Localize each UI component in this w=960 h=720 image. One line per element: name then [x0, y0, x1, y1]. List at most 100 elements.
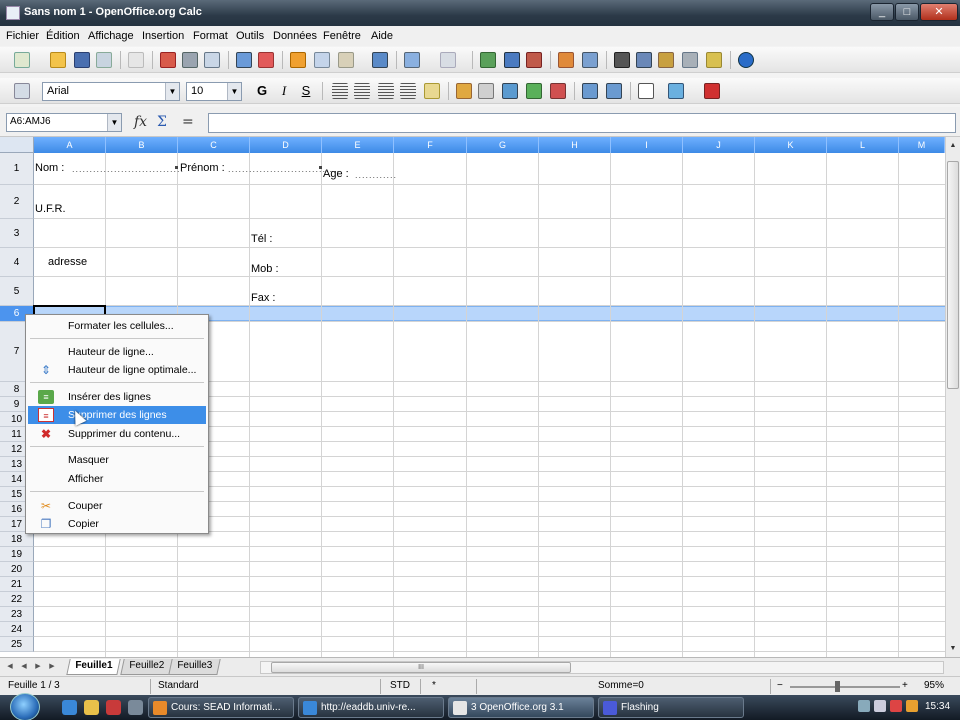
row-header[interactable]: 1	[0, 153, 34, 185]
sort-descending-icon[interactable]	[526, 52, 542, 68]
borders-icon[interactable]	[638, 83, 654, 99]
zoom-out-button[interactable]: −	[777, 680, 783, 691]
underline-button[interactable]: S	[298, 83, 314, 99]
standard-format-icon[interactable]	[502, 83, 518, 99]
spellcheck-icon[interactable]	[236, 52, 252, 68]
copy-icon[interactable]	[314, 52, 330, 68]
delete-decimal-icon[interactable]	[550, 83, 566, 99]
menu-cut[interactable]: ✂ Couper	[28, 497, 206, 515]
zoom-icon[interactable]	[706, 52, 722, 68]
print-icon[interactable]	[182, 52, 198, 68]
formula-input[interactable]	[208, 113, 956, 133]
row-header[interactable]: 4	[0, 248, 34, 277]
chevron-down-icon[interactable]: ▼	[107, 114, 121, 131]
function-wizard-button[interactable]: fx	[134, 114, 147, 130]
clock[interactable]: 15:34	[925, 701, 950, 712]
row-header[interactable]: 5	[0, 277, 34, 306]
paste-icon[interactable]	[338, 52, 354, 68]
align-left-icon[interactable]	[332, 83, 348, 99]
hyperlink-icon[interactable]	[480, 52, 496, 68]
status-page-style[interactable]: Standard	[158, 680, 199, 691]
row-header[interactable]: 18	[0, 532, 34, 547]
autospellcheck-icon[interactable]	[258, 52, 274, 68]
redo-icon[interactable]	[440, 52, 456, 68]
column-header-g[interactable]: G	[467, 137, 539, 153]
next-sheet-icon[interactable]: ▶	[32, 661, 44, 673]
add-decimal-icon[interactable]	[526, 83, 542, 99]
font-color-icon[interactable]	[704, 83, 720, 99]
column-header-k[interactable]: K	[755, 137, 827, 153]
row-header[interactable]: 25	[0, 637, 34, 652]
percent-format-icon[interactable]	[478, 83, 494, 99]
column-header-d[interactable]: D	[250, 137, 322, 153]
menu-edition[interactable]: Édition	[46, 30, 80, 42]
data-sources-icon[interactable]	[682, 52, 698, 68]
bold-button[interactable]: G	[254, 83, 270, 99]
task-browser[interactable]: http://eaddb.univ-re...	[298, 697, 444, 718]
menu-donnees[interactable]: Données	[273, 30, 317, 42]
menu-show[interactable]: Afficher	[28, 470, 206, 488]
column-header-f[interactable]: F	[394, 137, 467, 153]
column-header-i[interactable]: I	[611, 137, 683, 153]
email-icon[interactable]	[96, 52, 112, 68]
navigator-icon[interactable]	[636, 52, 652, 68]
export-pdf-icon[interactable]	[160, 52, 176, 68]
column-header-c[interactable]: C	[178, 137, 250, 153]
styles-formatting-icon[interactable]	[14, 83, 30, 99]
clone-formatting-icon[interactable]	[372, 52, 388, 68]
menu-aide[interactable]: Aide	[371, 30, 393, 42]
print-preview-icon[interactable]	[204, 52, 220, 68]
network-icon[interactable]	[858, 700, 870, 712]
close-button[interactable]: ✕	[920, 3, 958, 21]
task-openoffice[interactable]: 3 OpenOffice.org 3.1	[448, 697, 594, 718]
row-header[interactable]: 24	[0, 622, 34, 637]
chevron-down-icon[interactable]: ▼	[165, 83, 179, 100]
column-header-j[interactable]: J	[683, 137, 755, 153]
edit-file-icon[interactable]	[128, 52, 144, 68]
explorer-icon[interactable]	[84, 700, 99, 715]
menu-fenetre[interactable]: Fenêtre	[323, 30, 361, 42]
currency-format-icon[interactable]	[456, 83, 472, 99]
menu-format[interactable]: Format	[193, 30, 228, 42]
font-size-combo[interactable]: 10 ▼	[186, 82, 242, 101]
sheet-tab-feuille2[interactable]: Feuille2	[120, 659, 173, 675]
sheet-tab-feuille1[interactable]: Feuille1	[66, 659, 121, 675]
task-course[interactable]: Cours: SEAD Informati...	[148, 697, 294, 718]
justify-icon[interactable]	[400, 83, 416, 99]
font-name-combo[interactable]: Arial ▼	[42, 82, 180, 101]
open-folder-icon[interactable]	[50, 52, 66, 68]
minimize-button[interactable]: _	[870, 3, 894, 21]
column-header-h[interactable]: H	[539, 137, 611, 153]
increase-indent-icon[interactable]	[606, 83, 622, 99]
undo-icon[interactable]	[404, 52, 420, 68]
align-right-icon[interactable]	[378, 83, 394, 99]
status-sum[interactable]: Somme=0	[598, 680, 644, 691]
horizontal-scroll-thumb[interactable]: III	[271, 662, 571, 673]
task-flashing[interactable]: Flashing	[598, 697, 744, 718]
background-color-icon[interactable]	[668, 83, 684, 99]
zoom-slider-knob[interactable]	[835, 681, 840, 692]
maximize-button[interactable]: □	[895, 3, 919, 21]
volume-icon[interactable]	[874, 700, 886, 712]
menu-outils[interactable]: Outils	[236, 30, 264, 42]
row-header[interactable]: 3	[0, 219, 34, 248]
select-all-corner[interactable]	[0, 137, 34, 153]
row-header[interactable]: 19	[0, 547, 34, 562]
column-header-l[interactable]: L	[827, 137, 899, 153]
start-button[interactable]	[10, 693, 40, 720]
menu-hide[interactable]: Masquer	[28, 451, 206, 469]
menu-delete-contents[interactable]: ✖ Supprimer du contenu...	[28, 425, 206, 443]
menu-delete-rows[interactable]: ≡ Supprimer des lignes	[28, 406, 206, 424]
gallery-icon[interactable]	[658, 52, 674, 68]
sheet-tab-feuille3[interactable]: Feuille3	[168, 659, 221, 675]
menu-insert-rows[interactable]: ≡ Insérer des lignes	[28, 388, 206, 406]
scroll-up-icon[interactable]: ▲	[947, 139, 959, 152]
last-sheet-icon[interactable]: ▶	[46, 661, 58, 673]
column-header-e[interactable]: E	[322, 137, 394, 153]
align-center-icon[interactable]	[354, 83, 370, 99]
menu-format-cells[interactable]: Formater les cellules...	[28, 317, 206, 335]
ie-icon[interactable]	[62, 700, 77, 715]
menu-affichage[interactable]: Affichage	[88, 30, 134, 42]
save-icon[interactable]	[74, 52, 90, 68]
show-draw-functions-icon[interactable]	[582, 52, 598, 68]
